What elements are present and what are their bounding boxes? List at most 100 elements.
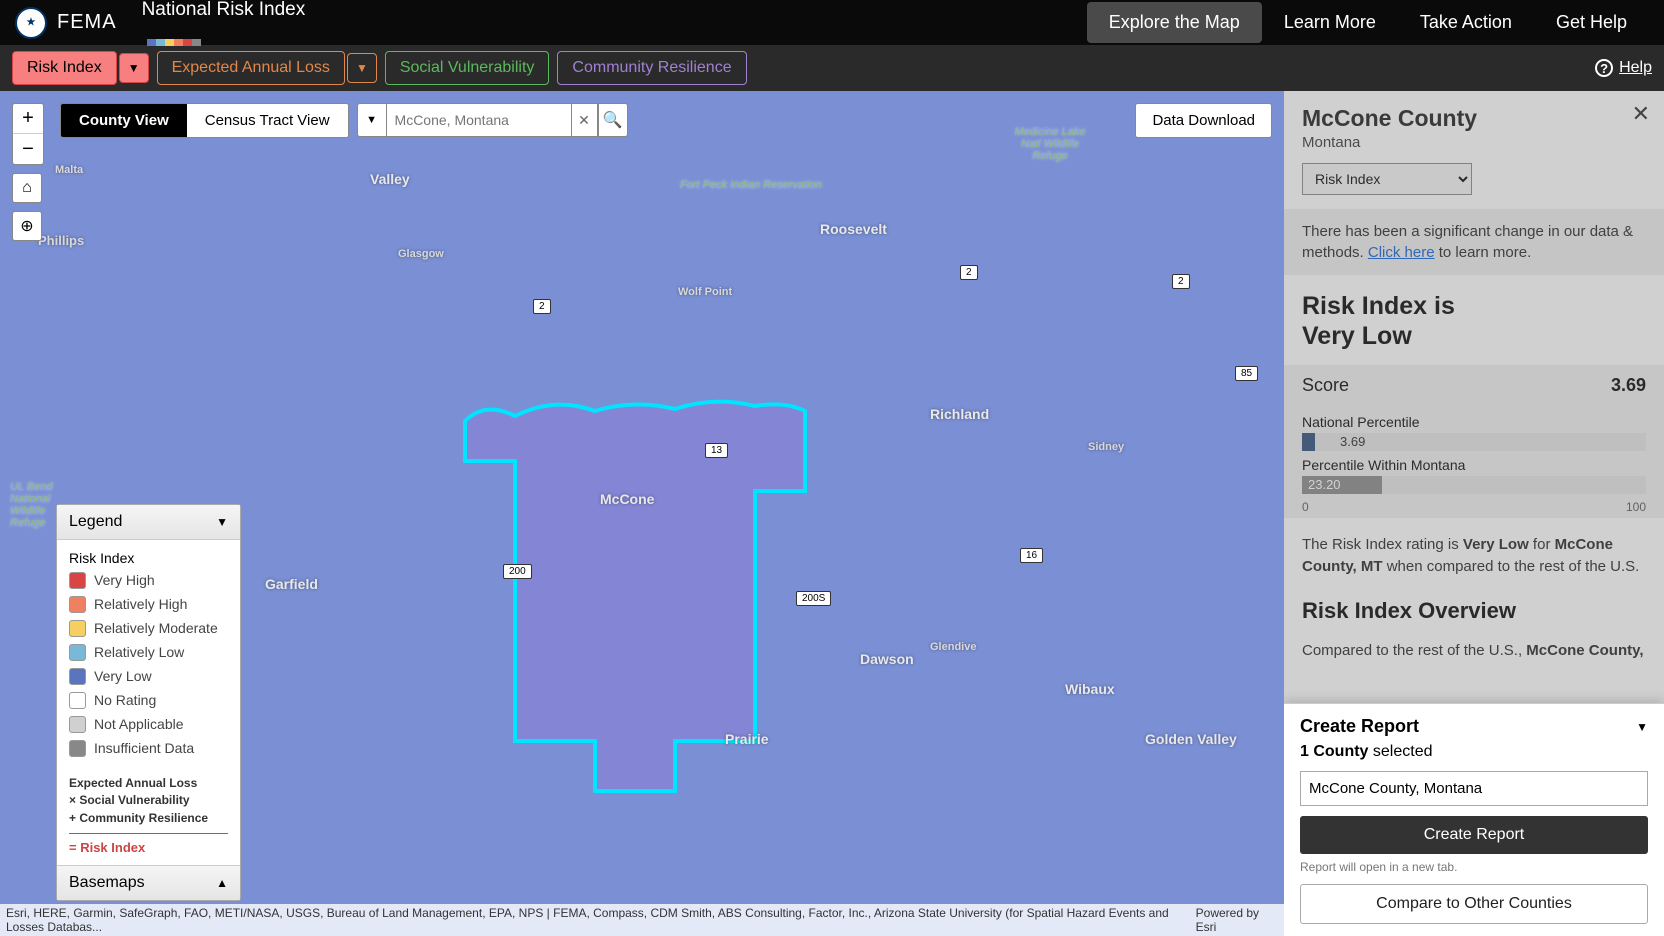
rating-heading: Risk Index is Very Low (1302, 291, 1646, 351)
header-nav: Explore the Map Learn More Take Action G… (1087, 2, 1649, 43)
route-2b: 2 (960, 265, 978, 280)
data-change-notice: There has been a significant change in o… (1284, 209, 1664, 275)
route-16: 16 (1020, 548, 1043, 563)
locate-button[interactable]: ⊕ (12, 211, 42, 241)
notice-link[interactable]: Click here (1368, 244, 1435, 261)
score-label: Score (1302, 375, 1349, 396)
legend-item-label: Very Low (94, 668, 152, 684)
data-download-button[interactable]: Data Download (1135, 103, 1272, 138)
route-2a: 2 (533, 299, 551, 314)
report-header[interactable]: Create Report ▼ (1300, 716, 1648, 737)
county-view-tab[interactable]: County View (61, 104, 187, 137)
legend-swatch (69, 644, 86, 661)
search-button[interactable]: 🔍 (598, 103, 628, 137)
tract-view-tab[interactable]: Census Tract View (187, 104, 348, 137)
overview-heading: Risk Index Overview (1302, 598, 1646, 624)
label-richland: Richland (930, 406, 989, 422)
route-200: 200 (503, 564, 532, 579)
percentile-axis: 0 100 (1302, 500, 1646, 514)
report-selection: 1 County selected (1300, 743, 1648, 761)
axis-min: 0 (1302, 500, 1309, 514)
formula-line-2: × Social Vulnerability (69, 792, 228, 809)
close-panel-button[interactable]: ✕ (1632, 101, 1650, 127)
filter-risk-dropdown[interactable]: ▼ (119, 53, 149, 83)
score-value: 3.69 (1611, 375, 1646, 396)
app-title-wrap: National Risk Index (142, 0, 306, 46)
state-percentile-bar: 23.20 (1302, 476, 1646, 494)
help-icon: ? (1595, 59, 1613, 77)
route-200s: 200S (796, 591, 831, 606)
filter-eal-dropdown[interactable]: ▼ (347, 53, 377, 83)
route-2c: 2 (1172, 274, 1190, 289)
legend-swatch (69, 668, 86, 685)
home-extent-button[interactable]: ⌂ (12, 173, 42, 203)
legend-result: = Risk Index (69, 840, 228, 855)
legend-item: Not Applicable (69, 716, 228, 733)
legend-item-label: Insufficient Data (94, 740, 194, 756)
report-note: Report will open in a new tab. (1300, 860, 1648, 874)
legend-item-label: Relatively High (94, 596, 187, 612)
legend-swatch (69, 740, 86, 757)
legend-section: Risk Index (69, 550, 228, 566)
nav-explore[interactable]: Explore the Map (1087, 2, 1262, 43)
nav-help[interactable]: Get Help (1534, 2, 1649, 43)
search-input[interactable] (387, 103, 572, 137)
label-golden-valley: Golden Valley (1145, 731, 1237, 747)
main-area: + − ⌂ ⊕ County View Census Tract View ▼ … (0, 91, 1664, 936)
zoom-out-button[interactable]: − (13, 134, 43, 164)
legend-item-label: Not Applicable (94, 716, 184, 732)
report-selected-text: selected (1368, 743, 1432, 760)
search-clear-button[interactable]: ✕ (572, 103, 598, 137)
legend-item-label: No Rating (94, 692, 156, 708)
search-type-dropdown[interactable]: ▼ (357, 103, 387, 137)
percentile-box: National Percentile 3.69 Percentile With… (1284, 406, 1664, 518)
legend-title: Legend (69, 513, 122, 531)
legend-toggle[interactable]: Legend ▼ (57, 505, 240, 540)
report-title: Create Report (1300, 716, 1419, 737)
nav-action[interactable]: Take Action (1398, 2, 1534, 43)
details-panel: ✕ McCone County Montana Risk Index There… (1284, 91, 1664, 936)
zoom-in-button[interactable]: + (13, 104, 43, 134)
report-location-input[interactable] (1300, 771, 1648, 806)
rating-description: The Risk Index rating is Very Low for Mc… (1302, 534, 1646, 578)
rating-label: Risk Index is (1302, 292, 1455, 320)
app-title: National Risk Index (142, 0, 306, 21)
agency-name: FEMA (57, 11, 117, 34)
filter-community[interactable]: Community Resilience (557, 51, 746, 85)
label-mccone: McCone (600, 491, 654, 507)
legend-item: Relatively High (69, 596, 228, 613)
legend-swatch (69, 692, 86, 709)
legend-body: Risk Index Very HighRelatively HighRelat… (57, 540, 240, 865)
create-report-button[interactable]: Create Report (1300, 816, 1648, 854)
nav-learn[interactable]: Learn More (1262, 2, 1398, 43)
map-canvas[interactable]: + − ⌂ ⊕ County View Census Tract View ▼ … (0, 91, 1284, 936)
label-valley: Valley (370, 171, 410, 187)
basemaps-toggle[interactable]: Basemaps ▲ (57, 865, 240, 900)
label-glasgow: Glasgow (398, 248, 444, 260)
national-percentile-bar: 3.69 (1302, 433, 1646, 451)
label-phillips: Phillips (38, 233, 84, 248)
target-icon: ⊕ (20, 216, 33, 236)
label-sidney: Sidney (1088, 441, 1124, 453)
label-roosevelt: Roosevelt (820, 221, 887, 237)
legend-formula: Expected Annual Loss × Social Vulnerabil… (69, 767, 228, 834)
search-icon: 🔍 (603, 110, 623, 130)
create-report-panel: Create Report ▼ 1 County selected Create… (1284, 703, 1664, 936)
legend-panel: Legend ▼ Risk Index Very HighRelatively … (56, 504, 241, 901)
filter-eal[interactable]: Expected Annual Loss (157, 51, 345, 85)
map-controls-top: County View Census Tract View ▼ ✕ 🔍 (60, 103, 628, 138)
compare-button[interactable]: Compare to Other Counties (1300, 884, 1648, 924)
legend-item-label: Relatively Low (94, 644, 184, 660)
report-count: 1 County (1300, 743, 1368, 760)
filter-social[interactable]: Social Vulnerability (385, 51, 550, 85)
help-link[interactable]: ? Help (1595, 59, 1652, 77)
search-group: ▼ ✕ 🔍 (357, 103, 628, 138)
help-text: Help (1619, 59, 1652, 77)
metric-dropdown[interactable]: Risk Index (1302, 163, 1472, 195)
formula-line-3: + Community Resilience (69, 810, 228, 827)
label-fort-peck: Fort Peck Indian Reservation (680, 179, 822, 191)
attribution-esri: Powered by Esri (1196, 906, 1278, 934)
label-glendive: Glendive (930, 641, 976, 653)
filter-risk-index[interactable]: Risk Index (12, 51, 117, 85)
attribution-text: Esri, HERE, Garmin, SafeGraph, FAO, METI… (6, 906, 1196, 934)
